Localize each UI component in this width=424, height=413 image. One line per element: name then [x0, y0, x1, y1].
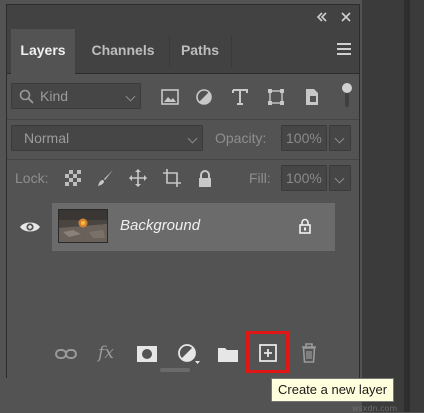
layers-panel: Layers Channels Paths Kind Normal Opacit…: [6, 4, 360, 379]
blend-mode-value: Normal: [24, 130, 70, 146]
shape-filter-icon[interactable]: [267, 88, 285, 106]
lock-all-icon[interactable]: [197, 169, 213, 187]
opacity-dropdown[interactable]: [329, 125, 351, 151]
fill-dropdown[interactable]: [329, 165, 351, 191]
blend-mode-select[interactable]: Normal: [11, 125, 203, 151]
layers-list[interactable]: Background: [7, 195, 359, 330]
layer-row[interactable]: Background: [7, 203, 359, 251]
layer-thumbnail[interactable]: [58, 209, 108, 243]
blend-row: Normal Opacity: 100%: [7, 121, 359, 155]
link-layers-icon[interactable]: [55, 344, 77, 364]
filter-kind-select[interactable]: Kind: [11, 83, 141, 109]
chevron-down-icon: [125, 91, 136, 102]
delete-layer-icon[interactable]: [299, 342, 319, 364]
search-icon: [18, 88, 34, 104]
lock-image-pixels-icon[interactable]: [97, 169, 115, 187]
add-mask-icon[interactable]: [137, 344, 157, 364]
pixel-filter-icon[interactable]: [161, 88, 179, 106]
layer-visibility-toggle[interactable]: [7, 203, 51, 251]
panel-resize-grip[interactable]: [160, 368, 190, 372]
layer-name[interactable]: Background: [120, 217, 200, 234]
new-layer-highlight: [246, 331, 289, 373]
lock-position-icon[interactable]: [129, 169, 147, 187]
smart-object-filter-icon[interactable]: [303, 88, 321, 106]
fx-icon[interactable]: fx: [93, 342, 119, 364]
opacity-input[interactable]: 100%: [281, 125, 327, 151]
tab-channels[interactable]: Channels: [79, 29, 167, 73]
lock-label: Lock:: [15, 170, 49, 186]
panel-menu-icon[interactable]: [337, 43, 351, 55]
lock-artboard-icon[interactable]: [163, 169, 181, 187]
divider: [7, 159, 359, 160]
filter-kind-label: Kind: [40, 88, 69, 104]
chevron-down-icon: [187, 133, 198, 144]
tab-layers[interactable]: Layers: [11, 29, 75, 74]
divider: [7, 119, 359, 120]
filter-toggle[interactable]: [342, 83, 352, 109]
eye-icon: [19, 219, 41, 235]
collapse-icon[interactable]: [313, 8, 331, 26]
close-icon[interactable]: [337, 8, 355, 26]
panel-title-bar[interactable]: [7, 5, 359, 29]
filter-row: Kind: [7, 79, 359, 115]
tab-separator: [169, 35, 170, 67]
chevron-down-icon: [334, 173, 345, 184]
new-group-icon[interactable]: [217, 344, 239, 364]
layer-item[interactable]: Background: [52, 203, 335, 251]
lock-row: Lock: Fill: 100%: [7, 161, 359, 195]
tooltip: Create a new layer: [271, 378, 395, 402]
right-gutter: [362, 0, 424, 412]
lock-transparent-pixels-icon[interactable]: [65, 170, 81, 186]
type-filter-icon[interactable]: [231, 88, 249, 106]
chevron-down-icon: [334, 133, 345, 144]
lock-icon[interactable]: [298, 217, 312, 235]
adjustment-filter-icon[interactable]: [195, 88, 213, 106]
scrollbar-track[interactable]: [404, 0, 410, 412]
tab-separator: [231, 35, 232, 67]
fill-input[interactable]: 100%: [281, 165, 327, 191]
tab-paths[interactable]: Paths: [171, 29, 229, 73]
panel-tabs: Layers Channels Paths: [7, 29, 359, 74]
adjustment-layer-icon[interactable]: [177, 342, 201, 366]
opacity-label: Opacity:: [215, 130, 267, 146]
fill-label: Fill:: [249, 170, 271, 186]
